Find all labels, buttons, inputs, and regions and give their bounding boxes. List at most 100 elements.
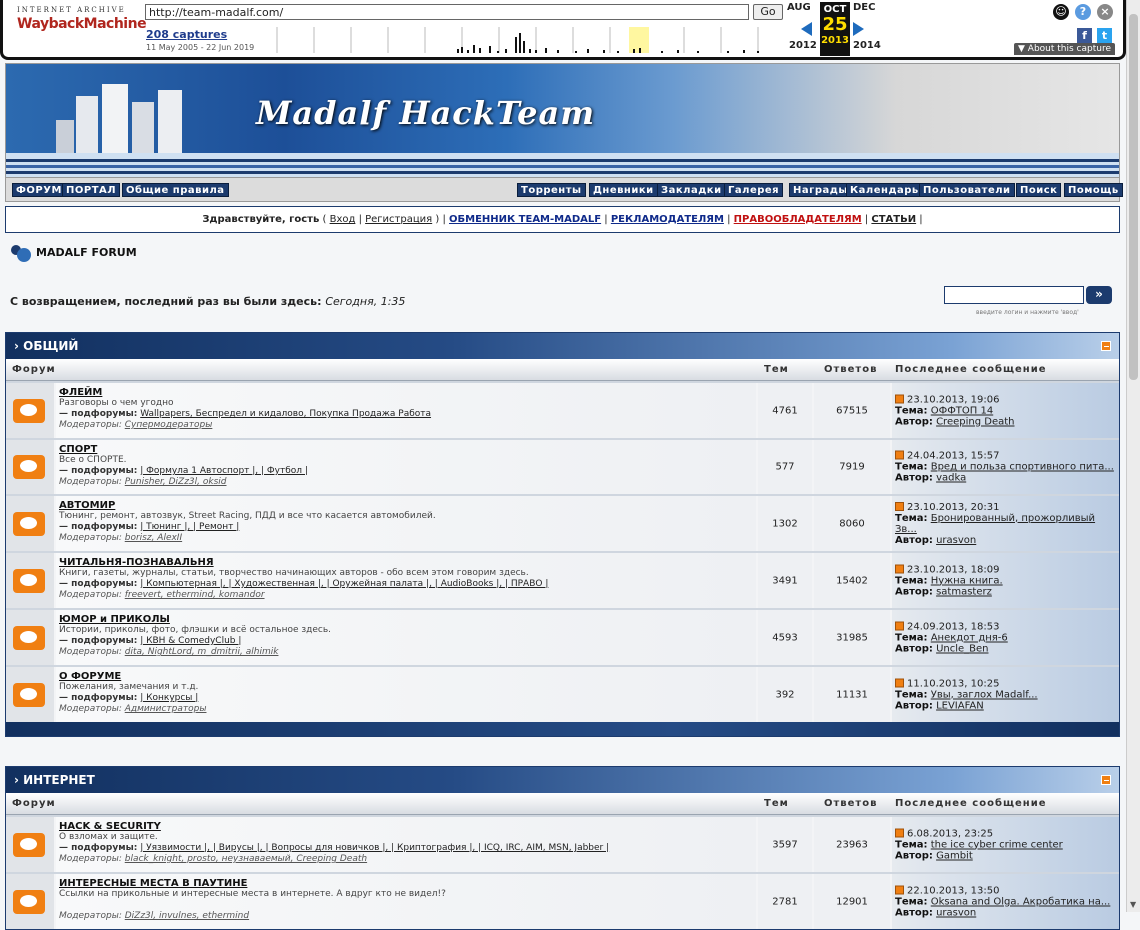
- page-scrollbar[interactable]: ▼: [1126, 0, 1140, 912]
- close-icon[interactable]: ×: [1097, 4, 1113, 20]
- last-post-author-link[interactable]: satmasterz: [936, 586, 992, 597]
- next-month[interactable]: DEC: [853, 2, 875, 13]
- advertisers-link[interactable]: РЕКЛАМОДАТЕЛЯМ: [611, 214, 724, 225]
- login-input[interactable]: [944, 286, 1084, 304]
- twitter-icon[interactable]: t: [1097, 28, 1112, 43]
- moderator-links[interactable]: freevert, ethermind, komandor: [125, 590, 265, 600]
- forum-info: АВТОМИР Тюнинг, ремонт, автозвук, Street …: [56, 496, 756, 551]
- moderator-links[interactable]: Супермодераторы: [125, 420, 213, 430]
- new-post-icon[interactable]: [895, 394, 904, 403]
- nav-right-4[interactable]: Галерея: [724, 183, 784, 197]
- prev-year[interactable]: 2012: [789, 40, 817, 51]
- last-post-topic-link[interactable]: Анекдот дня-6: [931, 632, 1008, 643]
- nav-right-3[interactable]: Закладки: [657, 183, 726, 197]
- new-post-icon[interactable]: [895, 501, 904, 511]
- exchange-link[interactable]: ОБМЕННИК TEAM-MADALF: [449, 214, 601, 225]
- last-post-topic-link[interactable]: ОФФТОП 14: [931, 405, 994, 416]
- moderator-links[interactable]: DiZz3l, invulnes, ethermind: [125, 911, 249, 921]
- last-post-author-link[interactable]: urasvon: [936, 907, 976, 918]
- nav-right-7[interactable]: Пользователи: [919, 183, 1015, 197]
- register-link[interactable]: Регистрация: [365, 214, 432, 225]
- topics-count-cell: 3597: [758, 817, 812, 872]
- wayback-url-input[interactable]: http://team-madalf.com/: [145, 4, 749, 20]
- last-post-author-link[interactable]: Uncle_Ben: [936, 643, 988, 654]
- nav-right-2[interactable]: Дневники: [589, 183, 658, 197]
- nav-right-1[interactable]: Торренты: [517, 183, 586, 197]
- wayback-sparkline[interactable]: [257, 27, 777, 53]
- forum-title-link[interactable]: СПОРТ: [59, 444, 756, 455]
- scroll-down-icon[interactable]: ▼: [1130, 900, 1136, 909]
- wayback-captures-link[interactable]: 208 captures: [146, 28, 227, 41]
- wayback-go-button[interactable]: Go: [753, 4, 783, 20]
- new-post-icon[interactable]: [895, 678, 904, 687]
- last-post-author-link[interactable]: Gambit: [936, 850, 973, 861]
- forum-title-link[interactable]: О ФОРУМЕ: [59, 671, 756, 682]
- last-post-topic-link[interactable]: Oksana and Olga. Акробатика на...: [931, 896, 1111, 907]
- forum-row: АВТОМИР Тюнинг, ремонт, автозвук, Street …: [6, 494, 1119, 551]
- forum-title-link[interactable]: ФЛЕЙМ: [59, 387, 756, 398]
- category-header[interactable]: › ИНТЕРНЕТ: [6, 767, 1119, 793]
- forum-title-link[interactable]: HACK & SECURITY: [59, 821, 756, 832]
- next-capture-arrow-icon[interactable]: [853, 22, 864, 36]
- articles-link[interactable]: СТАТЬИ: [871, 214, 916, 225]
- last-post-topic-link[interactable]: Вред и польза спортивного пита...: [931, 462, 1114, 473]
- next-year[interactable]: 2014: [853, 40, 881, 51]
- about-capture-button[interactable]: ▼ About this capture: [1014, 43, 1115, 55]
- nav-right-5[interactable]: Награды: [789, 183, 852, 197]
- last-post: 23.10.2013, 18:09 Тема: Нужна книга. Автор…: [895, 564, 1119, 597]
- forum-title-link[interactable]: АВТОМИР: [59, 500, 756, 511]
- prev-month[interactable]: AUG: [787, 2, 811, 13]
- login-link[interactable]: Вход: [330, 214, 356, 225]
- last-post-topic-link[interactable]: the ice cyber crime center: [931, 839, 1063, 850]
- topic-label: Тема:: [895, 575, 928, 586]
- subforums: — подфорумы: | Формула 1 Автоспорт |, | …: [59, 466, 756, 477]
- subforum-links[interactable]: | Формула 1 Автоспорт |, | Футбол |: [140, 466, 308, 476]
- topic-label: Тема:: [895, 461, 928, 473]
- wayback-logo[interactable]: INTERNET ARCHIVE WaybackMachine: [17, 6, 147, 32]
- moderator-links[interactable]: borisz, AlexII: [125, 533, 182, 543]
- subforum-links[interactable]: | Компьютерная |, | Художественная |, | …: [140, 579, 548, 589]
- last-post-topic-link[interactable]: Нужна книга.: [931, 575, 1003, 586]
- new-post-icon[interactable]: [895, 885, 904, 894]
- moderator-links[interactable]: Punisher, DiZz3l, oksid: [125, 477, 227, 487]
- forum-title[interactable]: MADALF FORUM: [10, 244, 137, 262]
- moderator-links[interactable]: dita, NightLord, m_dmitrii, alhimik: [125, 647, 279, 657]
- help-icon[interactable]: ?: [1075, 4, 1091, 20]
- new-post-icon[interactable]: [895, 621, 904, 630]
- scrollbar-thumb[interactable]: [1129, 14, 1138, 380]
- last-post-author-link[interactable]: Creeping Death: [936, 416, 1014, 427]
- collapse-icon[interactable]: [1101, 341, 1111, 351]
- nav-right-8[interactable]: Поиск: [1016, 183, 1062, 197]
- user-icon[interactable]: ☺: [1053, 4, 1069, 20]
- nav-1[interactable]: ФОРУМ: [12, 183, 66, 197]
- nav-2[interactable]: ПОРТАЛ: [62, 183, 121, 197]
- last-post-author-link[interactable]: LEVIAFAN: [936, 700, 984, 711]
- last-post-cell: 23.10.2013, 19:06 Тема: ОФФТОП 14 Автор: C…: [892, 383, 1119, 438]
- forum-title-link[interactable]: ИНТЕРЕСНЫЕ МЕСТА В ПАУТИНЕ: [59, 878, 756, 889]
- nav-3[interactable]: Общие правила: [122, 183, 229, 197]
- moderator-links[interactable]: Администраторы: [125, 704, 207, 714]
- new-post-icon[interactable]: [895, 828, 904, 837]
- collapse-icon[interactable]: [1101, 775, 1111, 785]
- last-post-author-link[interactable]: vadka: [936, 473, 966, 484]
- subforum-links[interactable]: | Конкурсы |: [140, 693, 198, 703]
- subforum-links[interactable]: | Уязвимости |, | Вирусы |, | Вопросы дл…: [140, 843, 609, 853]
- prev-capture-arrow-icon[interactable]: [801, 22, 812, 36]
- new-post-icon[interactable]: [895, 564, 904, 573]
- login-submit-button[interactable]: »: [1086, 286, 1112, 304]
- new-post-icon[interactable]: [895, 450, 904, 460]
- facebook-icon[interactable]: f: [1077, 28, 1092, 43]
- last-post-topic-link[interactable]: Увы, заглох Madalf...: [931, 689, 1038, 700]
- nav-right-9[interactable]: Помощь: [1064, 183, 1123, 197]
- subforum-links[interactable]: | КВН & ComedyClub |: [140, 636, 241, 646]
- forum-title-link[interactable]: ЧИТАЛЬНЯ-ПОЗНАВАЛЬНЯ: [59, 557, 756, 568]
- last-post-author-link[interactable]: urasvon: [936, 535, 976, 546]
- forum-title-link[interactable]: ЮМОР и ПРИКОЛЫ: [59, 614, 756, 625]
- category-header[interactable]: › ОБЩИЙ: [6, 333, 1119, 359]
- forum-bubble-icon: [13, 682, 45, 707]
- subforum-links[interactable]: | Тюнинг |, | Ремонт |: [140, 522, 239, 532]
- rightholders-link[interactable]: ПРАВООБЛАДАТЕЛЯМ: [734, 214, 862, 225]
- nav-right-6[interactable]: Календарь: [846, 183, 923, 197]
- subforum-links[interactable]: Wallpapers, Беспредел и кидалово, Покупк…: [140, 409, 431, 419]
- moderator-links[interactable]: black_knight, prosto, неузнаваемый, Cree…: [125, 854, 367, 864]
